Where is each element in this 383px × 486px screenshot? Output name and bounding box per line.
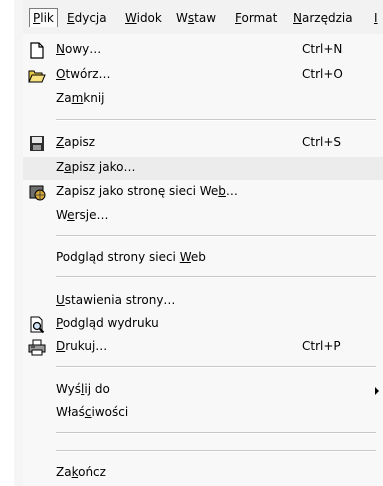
menu-wstaw[interactable]: Wstaw <box>176 10 216 26</box>
menu-widok[interactable]: Widok <box>125 10 162 26</box>
menu-separator <box>56 432 376 434</box>
menu-i[interactable]: I <box>374 10 378 26</box>
menu-item-label: Nowy… <box>56 42 102 56</box>
menu-item-versions[interactable]: Wersje… <box>23 205 383 228</box>
menu-item-save-as-web[interactable]: Zapisz jako stronę sieci Web… <box>23 181 383 204</box>
print-preview-icon <box>28 316 46 333</box>
menu-item-label: Zapisz jako stronę sieci Web… <box>56 184 238 198</box>
menu-item-label: Właściwości <box>56 405 129 419</box>
printer-icon <box>28 339 46 356</box>
menu-item-label: Zamknij <box>56 91 105 105</box>
menu-item-save-as[interactable]: Zapisz jako… <box>23 157 383 180</box>
menu-item-label: Zapisz <box>56 135 96 149</box>
menu-item-web-preview[interactable]: Podgląd strony sieci Web <box>23 247 383 270</box>
menu-edycja[interactable]: Edycja <box>67 10 107 26</box>
menu-plik[interactable]: Plik <box>29 8 58 27</box>
web-page-icon <box>28 184 46 201</box>
menu-item-label: Wyślij do <box>56 382 110 396</box>
menu-narzedzia[interactable]: Narzędzia <box>293 10 353 26</box>
menu-separator <box>56 450 376 452</box>
save-disk-icon <box>28 135 46 152</box>
new-document-icon <box>28 42 46 59</box>
menu-item-page-setup[interactable]: Ustawienia strony… <box>23 290 383 313</box>
menu-item-label: Ustawienia strony… <box>56 293 176 307</box>
menu-item-label: Otwórz… <box>56 67 111 81</box>
menu-item-new[interactable]: Nowy… Ctrl+N <box>23 39 383 62</box>
shortcut-label: Ctrl+O <box>302 67 343 81</box>
menu-format[interactable]: Format <box>235 10 277 26</box>
shortcut-label: Ctrl+N <box>302 42 343 56</box>
shortcut-label: Ctrl+S <box>302 135 342 149</box>
menu-item-print-preview[interactable]: Podgląd wydruku <box>23 313 383 336</box>
menu-item-label: Wersje… <box>56 208 109 222</box>
menu-item-label: Podgląd strony sieci Web <box>56 250 206 264</box>
menu-item-exit[interactable]: Zakończ <box>23 462 383 485</box>
menu-separator <box>56 119 376 121</box>
submenu-arrow-icon <box>375 387 379 395</box>
menu-separator <box>56 366 376 368</box>
menu-bar: Plik Edycja Widok Wstaw Format Narzędzia… <box>23 0 383 35</box>
menu-item-close[interactable]: Zamknij <box>23 88 383 111</box>
menu-item-properties[interactable]: Właściwości <box>23 402 383 425</box>
open-folder-icon <box>28 67 46 84</box>
menu-separator <box>56 235 376 237</box>
menu-item-label: Zapisz jako… <box>56 160 136 174</box>
menu-item-label: Zakończ <box>56 465 106 479</box>
menu-item-open[interactable]: Otwórz… Ctrl+O <box>23 64 383 87</box>
menu-separator <box>56 276 376 278</box>
shortcut-label: Ctrl+P <box>302 339 341 353</box>
menu-item-print[interactable]: Drukuj… Ctrl+P <box>23 336 383 359</box>
menu-item-label: Podgląd wydruku <box>56 316 159 330</box>
menu-item-save[interactable]: Zapisz Ctrl+S <box>23 132 383 155</box>
file-menu: Nowy… Ctrl+N Otwórz… Ctrl+O Zamknij Zapi… <box>23 34 383 486</box>
menu-item-send-to[interactable]: Wyślij do <box>23 379 383 402</box>
menu-item-label: Drukuj… <box>56 339 108 353</box>
